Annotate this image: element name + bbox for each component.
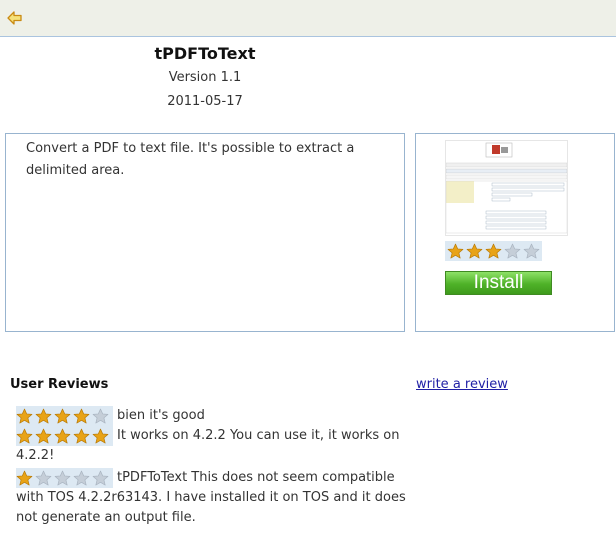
star-icon <box>35 470 52 485</box>
star-icon <box>54 408 71 423</box>
description-panel: Convert a PDF to text file. It's possibl… <box>5 133 405 332</box>
star-icon <box>447 243 464 258</box>
component-rating <box>445 241 542 261</box>
review-rating <box>16 426 113 446</box>
star-icon <box>504 243 521 258</box>
star-icon <box>54 428 71 443</box>
star-icon <box>92 428 109 443</box>
component-version: Version 1.1 <box>168 70 242 85</box>
star-icon <box>35 408 52 423</box>
star-icon <box>16 408 33 423</box>
install-button[interactable]: Install <box>445 271 552 295</box>
back-arrow-icon[interactable] <box>6 9 24 27</box>
toolbar <box>0 0 616 37</box>
review-rating <box>16 468 113 488</box>
review-item: tPDFToText This does not seem compatible… <box>16 468 408 528</box>
star-icon <box>35 428 52 443</box>
star-icon <box>485 243 502 258</box>
star-icon <box>466 243 483 258</box>
star-icon <box>54 470 71 485</box>
star-icon <box>73 408 90 423</box>
star-icon <box>523 243 540 258</box>
write-review-link[interactable]: write a review <box>416 377 508 392</box>
install-panel: Install <box>415 133 615 332</box>
star-icon <box>16 428 33 443</box>
star-icon <box>73 428 90 443</box>
star-icon <box>92 470 109 485</box>
description-text: Convert a PDF to text file. It's possibl… <box>26 141 355 178</box>
user-reviews-heading: User Reviews <box>10 377 109 392</box>
review-text: bien it's good <box>117 408 205 423</box>
screenshot-thumbnail[interactable] <box>445 140 568 236</box>
review-item: bien it's good <box>16 406 408 426</box>
component-title: tPDFToText <box>154 44 256 63</box>
star-icon <box>92 408 109 423</box>
component-date: 2011-05-17 <box>167 94 243 109</box>
star-icon <box>16 470 33 485</box>
star-icon <box>73 470 90 485</box>
review-rating <box>16 406 113 426</box>
review-item: It works on 4.2.2 You can use it, it wor… <box>16 426 408 466</box>
